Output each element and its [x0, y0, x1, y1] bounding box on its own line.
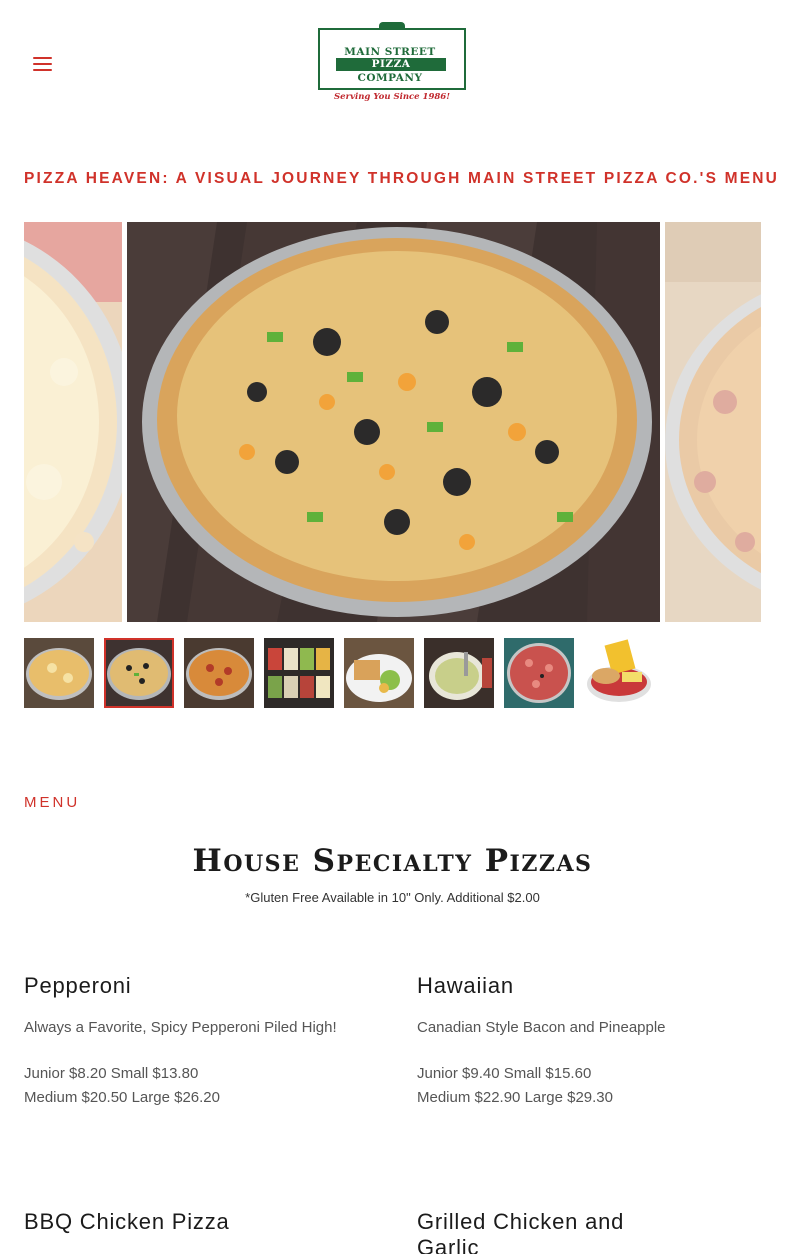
- menu-section-label: MENU: [24, 794, 81, 811]
- site-logo[interactable]: MAIN STREET PIZZA COMPANY Serving You Si…: [318, 22, 468, 104]
- logo-text-line2: PIZZA: [336, 58, 446, 71]
- menu-item-name: Hawaiian: [417, 973, 514, 998]
- thumbnail-soup[interactable]: [424, 638, 494, 708]
- menu-item-hawaiian: Hawaiian Canadian Style Bacon and Pineap…: [417, 973, 747, 1110]
- price-line-small-sizes: Junior $8.20 Small $13.80: [24, 1065, 199, 1082]
- menu-item-prices: Junior $8.20 Small $13.80 Medium $20.50 …: [24, 1062, 354, 1110]
- menu-heading: House Specialty Pizzas: [192, 843, 593, 879]
- menu-item-grilled-chicken-garlic: Grilled Chicken and Garlic: [417, 1209, 647, 1254]
- menu-item-name: Grilled Chicken and Garlic: [417, 1209, 625, 1254]
- price-line-small-sizes: Junior $9.40 Small $15.60: [417, 1065, 592, 1082]
- menu-item-description: Canadian Style Bacon and Pineapple: [417, 1019, 666, 1036]
- logo-text-line3: COMPANY: [357, 72, 423, 84]
- logo-tagline: Serving You Since 1986!: [334, 92, 450, 102]
- menu-item-name: Pepperoni: [24, 973, 132, 998]
- thumbnail-sandwich-salad[interactable]: [344, 638, 414, 708]
- gallery-title: PIZZA HEAVEN: A VISUAL JOURNEY THROUGH M…: [24, 170, 780, 187]
- thumbnail-tomato-pizza[interactable]: [504, 638, 574, 708]
- slide-fade-overlay: [665, 222, 761, 622]
- menu-item-bbq-chicken-pizza: BBQ Chicken Pizza: [24, 1209, 354, 1235]
- gallery-slide-previous[interactable]: [24, 222, 122, 622]
- supreme-pizza-image: [127, 222, 660, 622]
- menu-item-pepperoni: Pepperoni Always a Favorite, Spicy Peppe…: [24, 973, 354, 1110]
- menu-item-description: Always a Favorite, Spicy Pepperoni Piled…: [24, 1019, 337, 1036]
- price-line-large-sizes: Medium $22.90 Large $29.30: [417, 1089, 613, 1106]
- gallery-slide-next[interactable]: [665, 222, 761, 622]
- gluten-free-note: *Gluten Free Available in 10" Only. Addi…: [245, 890, 540, 905]
- thumbnail-salad-bar[interactable]: [264, 638, 334, 708]
- gallery-slide-current[interactable]: [127, 222, 660, 622]
- thumbnail-sandwich-basket[interactable]: [584, 638, 654, 708]
- price-line-large-sizes: Medium $20.50 Large $26.20: [24, 1089, 220, 1106]
- hamburger-menu-icon[interactable]: [33, 55, 55, 73]
- thumbnail-supreme-pizza[interactable]: [104, 638, 174, 708]
- thumbnail-pepperoni-pizza[interactable]: [184, 638, 254, 708]
- thumbnail-cheese-pizza[interactable]: [24, 638, 94, 708]
- logo-text-line1: MAIN STREET: [344, 46, 436, 58]
- menu-item-prices: Junior $9.40 Small $15.60 Medium $22.90 …: [417, 1062, 747, 1110]
- menu-item-name: BBQ Chicken Pizza: [24, 1209, 230, 1234]
- slide-fade-overlay: [24, 222, 122, 622]
- site-header: MAIN STREET PIZZA COMPANY Serving You Si…: [0, 0, 785, 130]
